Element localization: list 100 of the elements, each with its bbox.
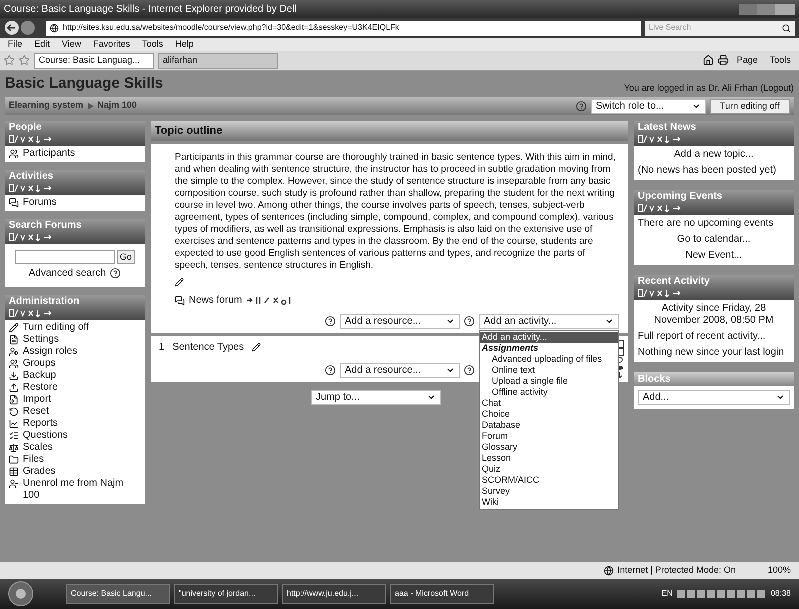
jump-to-select[interactable]: Jump to...: [311, 390, 441, 405]
browser-tab[interactable]: Course: Basic Languag...: [34, 52, 154, 68]
file-import-icon: [9, 395, 19, 405]
caret-icon: [446, 366, 455, 375]
advanced-search-link[interactable]: Advanced search: [28, 266, 106, 281]
clock: 08:38: [770, 588, 791, 600]
block-title: Latest News: [638, 122, 698, 134]
taskbar-button[interactable]: aaa - Microsoft Word: [390, 584, 494, 604]
dropdown-option[interactable]: Database: [480, 420, 618, 431]
block-controls-drawing[interactable]: [638, 289, 682, 298]
block-title: Administration: [9, 296, 81, 308]
upload-icon: [9, 383, 19, 393]
help-icon[interactable]: [325, 316, 336, 327]
block-controls-drawing[interactable]: [638, 135, 682, 144]
zoom-level[interactable]: 100%: [768, 564, 791, 578]
printer-icon[interactable]: [718, 55, 729, 66]
block-link[interactable]: Restore: [23, 382, 58, 394]
block-title: Recent Activity: [638, 276, 711, 288]
dropdown-option[interactable]: Survey: [480, 486, 618, 497]
dropdown-option[interactable]: Online text: [480, 365, 618, 376]
add-resource-select[interactable]: Add a resource...: [340, 363, 460, 378]
block-link[interactable]: Assign roles: [23, 346, 78, 358]
address-field[interactable]: http://sites.ksu.edu.sa/websites/moodle/course/view.php?id=30&edit=1&sesskey=U3K4EIQLFk: [46, 20, 641, 36]
block-text: Add a new topic...: [673, 149, 755, 161]
switch-role-select[interactable]: Switch role to...: [591, 98, 706, 114]
block-link[interactable]: Grades: [23, 466, 56, 478]
block-link[interactable]: Groups: [23, 358, 56, 370]
add-favorite-icon[interactable]: [19, 55, 30, 66]
dropdown-option[interactable]: Chat: [480, 398, 618, 409]
taskbar-button[interactable]: "university of jordan...: [174, 584, 278, 604]
dropdown-option[interactable]: Offline activity: [480, 387, 618, 398]
block-link[interactable]: Files: [23, 454, 44, 466]
taskbar-button[interactable]: http://www.ju.edu.j...: [282, 584, 386, 604]
dropdown-option[interactable]: Quiz: [480, 464, 618, 475]
help-icon[interactable]: [464, 365, 475, 376]
block-link[interactable]: Participants: [23, 148, 76, 160]
breadcrumb-link[interactable]: Najm 100: [98, 99, 138, 113]
dropdown-option[interactable]: Glossary: [480, 442, 618, 453]
block-controls-drawing[interactable]: [9, 309, 53, 318]
tray-icons-drawing[interactable]: [676, 589, 767, 599]
menu-item[interactable]: View: [62, 38, 82, 52]
dropdown-option[interactable]: Lesson: [480, 453, 618, 464]
dropdown-option[interactable]: Add an activity...: [480, 332, 618, 343]
block-link[interactable]: Import: [23, 394, 52, 406]
dropdown-option[interactable]: SCORM/AICC: [480, 475, 618, 486]
dropdown-option[interactable]: Upload a single file: [480, 376, 618, 387]
block-link[interactable]: Forums: [23, 197, 57, 209]
section-controls-drawing[interactable]: [616, 340, 624, 378]
menu-item[interactable]: Favorites: [93, 38, 130, 52]
block-link[interactable]: Unenrol me from Najm 100: [23, 478, 141, 502]
menu-item[interactable]: Tools: [142, 38, 164, 52]
start-button[interactable]: [8, 581, 34, 607]
edit-icon[interactable]: [252, 343, 262, 352]
edit-toggle-button[interactable]: Turn editing off: [710, 98, 790, 114]
folder-icon: [9, 455, 19, 465]
block-link[interactable]: Turn editing off: [23, 322, 90, 334]
command-button[interactable]: Page: [732, 54, 762, 68]
dropdown-option[interactable]: Forum: [480, 431, 618, 442]
user-gear-icon: [9, 347, 19, 357]
language-indicator[interactable]: EN: [662, 588, 673, 600]
edit-icon[interactable]: [175, 278, 184, 287]
block-controls-drawing[interactable]: [9, 233, 53, 242]
breadcrumb-link[interactable]: Elearning system: [9, 99, 84, 113]
block-link[interactable]: Backup: [23, 370, 56, 382]
block-controls-drawing[interactable]: [9, 135, 53, 144]
help-icon[interactable]: [325, 365, 336, 376]
block-link[interactable]: Reports: [23, 418, 58, 430]
window-title: Course: Basic Language Skills - Internet Explorer provided by Dell: [4, 2, 297, 16]
add-block-select[interactable]: Add...: [638, 390, 790, 405]
block-controls-drawing[interactable]: [9, 184, 53, 193]
block-link[interactable]: Reset: [23, 406, 50, 418]
block-link[interactable]: Scales: [23, 442, 54, 454]
command-button[interactable]: Tools: [766, 54, 795, 68]
browser-tab[interactable]: alifarhan: [158, 52, 278, 68]
block-link[interactable]: Settings: [23, 334, 60, 346]
forum-link[interactable]: News forum: [189, 293, 242, 308]
help-icon[interactable]: [576, 100, 587, 112]
dropdown-option[interactable]: Wiki: [480, 497, 618, 508]
add-activity-select[interactable]: Add an activity...: [479, 314, 619, 329]
help-icon[interactable]: [464, 316, 475, 327]
dropdown-option[interactable]: Advanced uploading of files: [480, 354, 618, 365]
menu-item[interactable]: File: [8, 38, 23, 52]
dropdown-option[interactable]: Assignments: [480, 343, 618, 354]
taskbar-button[interactable]: Course: Basic Langu...: [66, 584, 170, 604]
home-icon[interactable]: [702, 55, 714, 66]
section-heading: Topic outline: [155, 124, 223, 139]
menu-item[interactable]: Edit: [34, 38, 50, 52]
section-title: Sentence Types: [172, 341, 244, 355]
dropdown-option[interactable]: Choice: [480, 409, 618, 420]
menu-item[interactable]: Help: [175, 38, 194, 52]
block-link[interactable]: Questions: [23, 430, 68, 442]
block-text: New Event...: [684, 250, 744, 262]
add-resource-select[interactable]: Add a resource...: [340, 314, 460, 329]
window-controls-drawing[interactable]: [739, 2, 795, 16]
help-icon[interactable]: [110, 268, 122, 279]
favorites-star-icon[interactable]: [4, 55, 15, 66]
go-button[interactable]: Go: [116, 250, 135, 264]
search-input[interactable]: [14, 250, 115, 264]
activity-controls-drawing[interactable]: [246, 296, 292, 305]
block-controls-drawing[interactable]: [638, 204, 682, 213]
